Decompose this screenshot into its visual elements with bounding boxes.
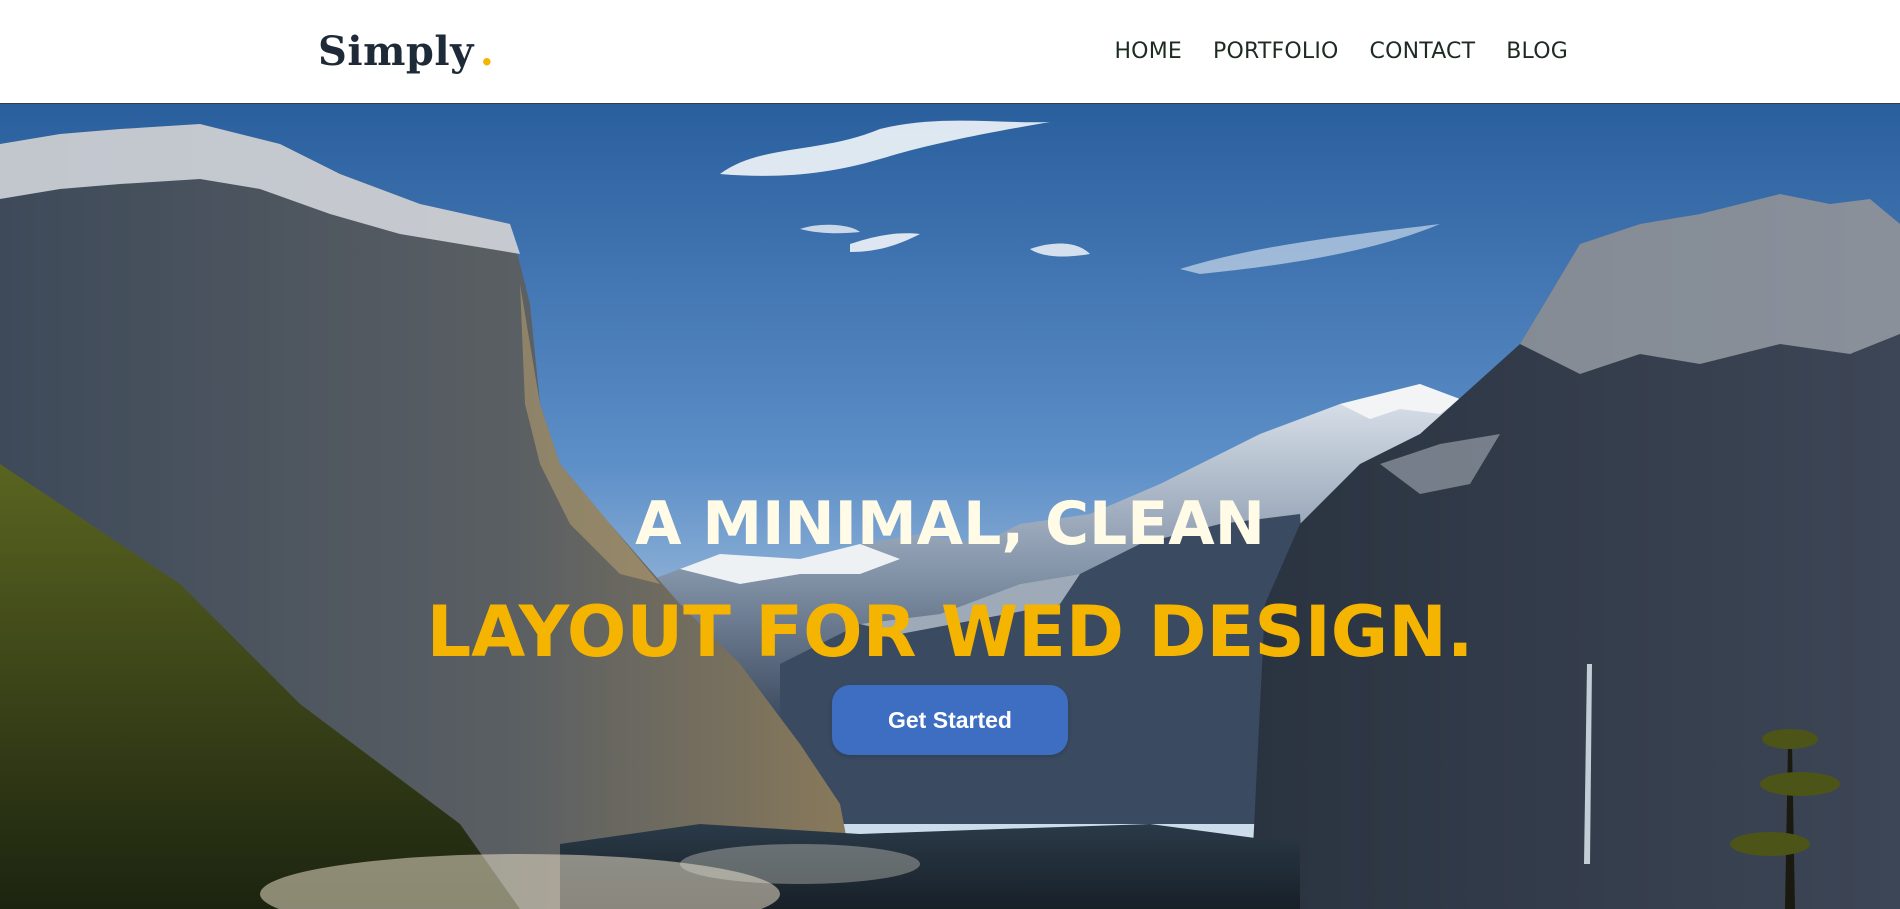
hero-section: A MINIMAL, CLEAN LAYOUT FOR WED DESIGN. … xyxy=(0,104,1900,909)
hero-headline-line2: LAYOUT FOR WED DESIGN. xyxy=(426,591,1474,673)
logo-text: Simply xyxy=(318,28,474,75)
site-header: Simply. HOME PORTFOLIO CONTACT BLOG xyxy=(0,0,1900,104)
nav-home[interactable]: HOME xyxy=(1114,36,1182,68)
site-logo[interactable]: Simply. xyxy=(318,30,494,74)
nav-portfolio[interactable]: PORTFOLIO xyxy=(1213,36,1339,68)
nav-contact[interactable]: CONTACT xyxy=(1370,36,1476,68)
hero-headline-line1: A MINIMAL, CLEAN xyxy=(635,489,1265,559)
get-started-button[interactable]: Get Started xyxy=(832,685,1068,755)
main-nav: HOME PORTFOLIO CONTACT BLOG xyxy=(1114,36,1568,68)
nav-blog[interactable]: BLOG xyxy=(1506,36,1568,68)
logo-dot: . xyxy=(479,28,495,75)
